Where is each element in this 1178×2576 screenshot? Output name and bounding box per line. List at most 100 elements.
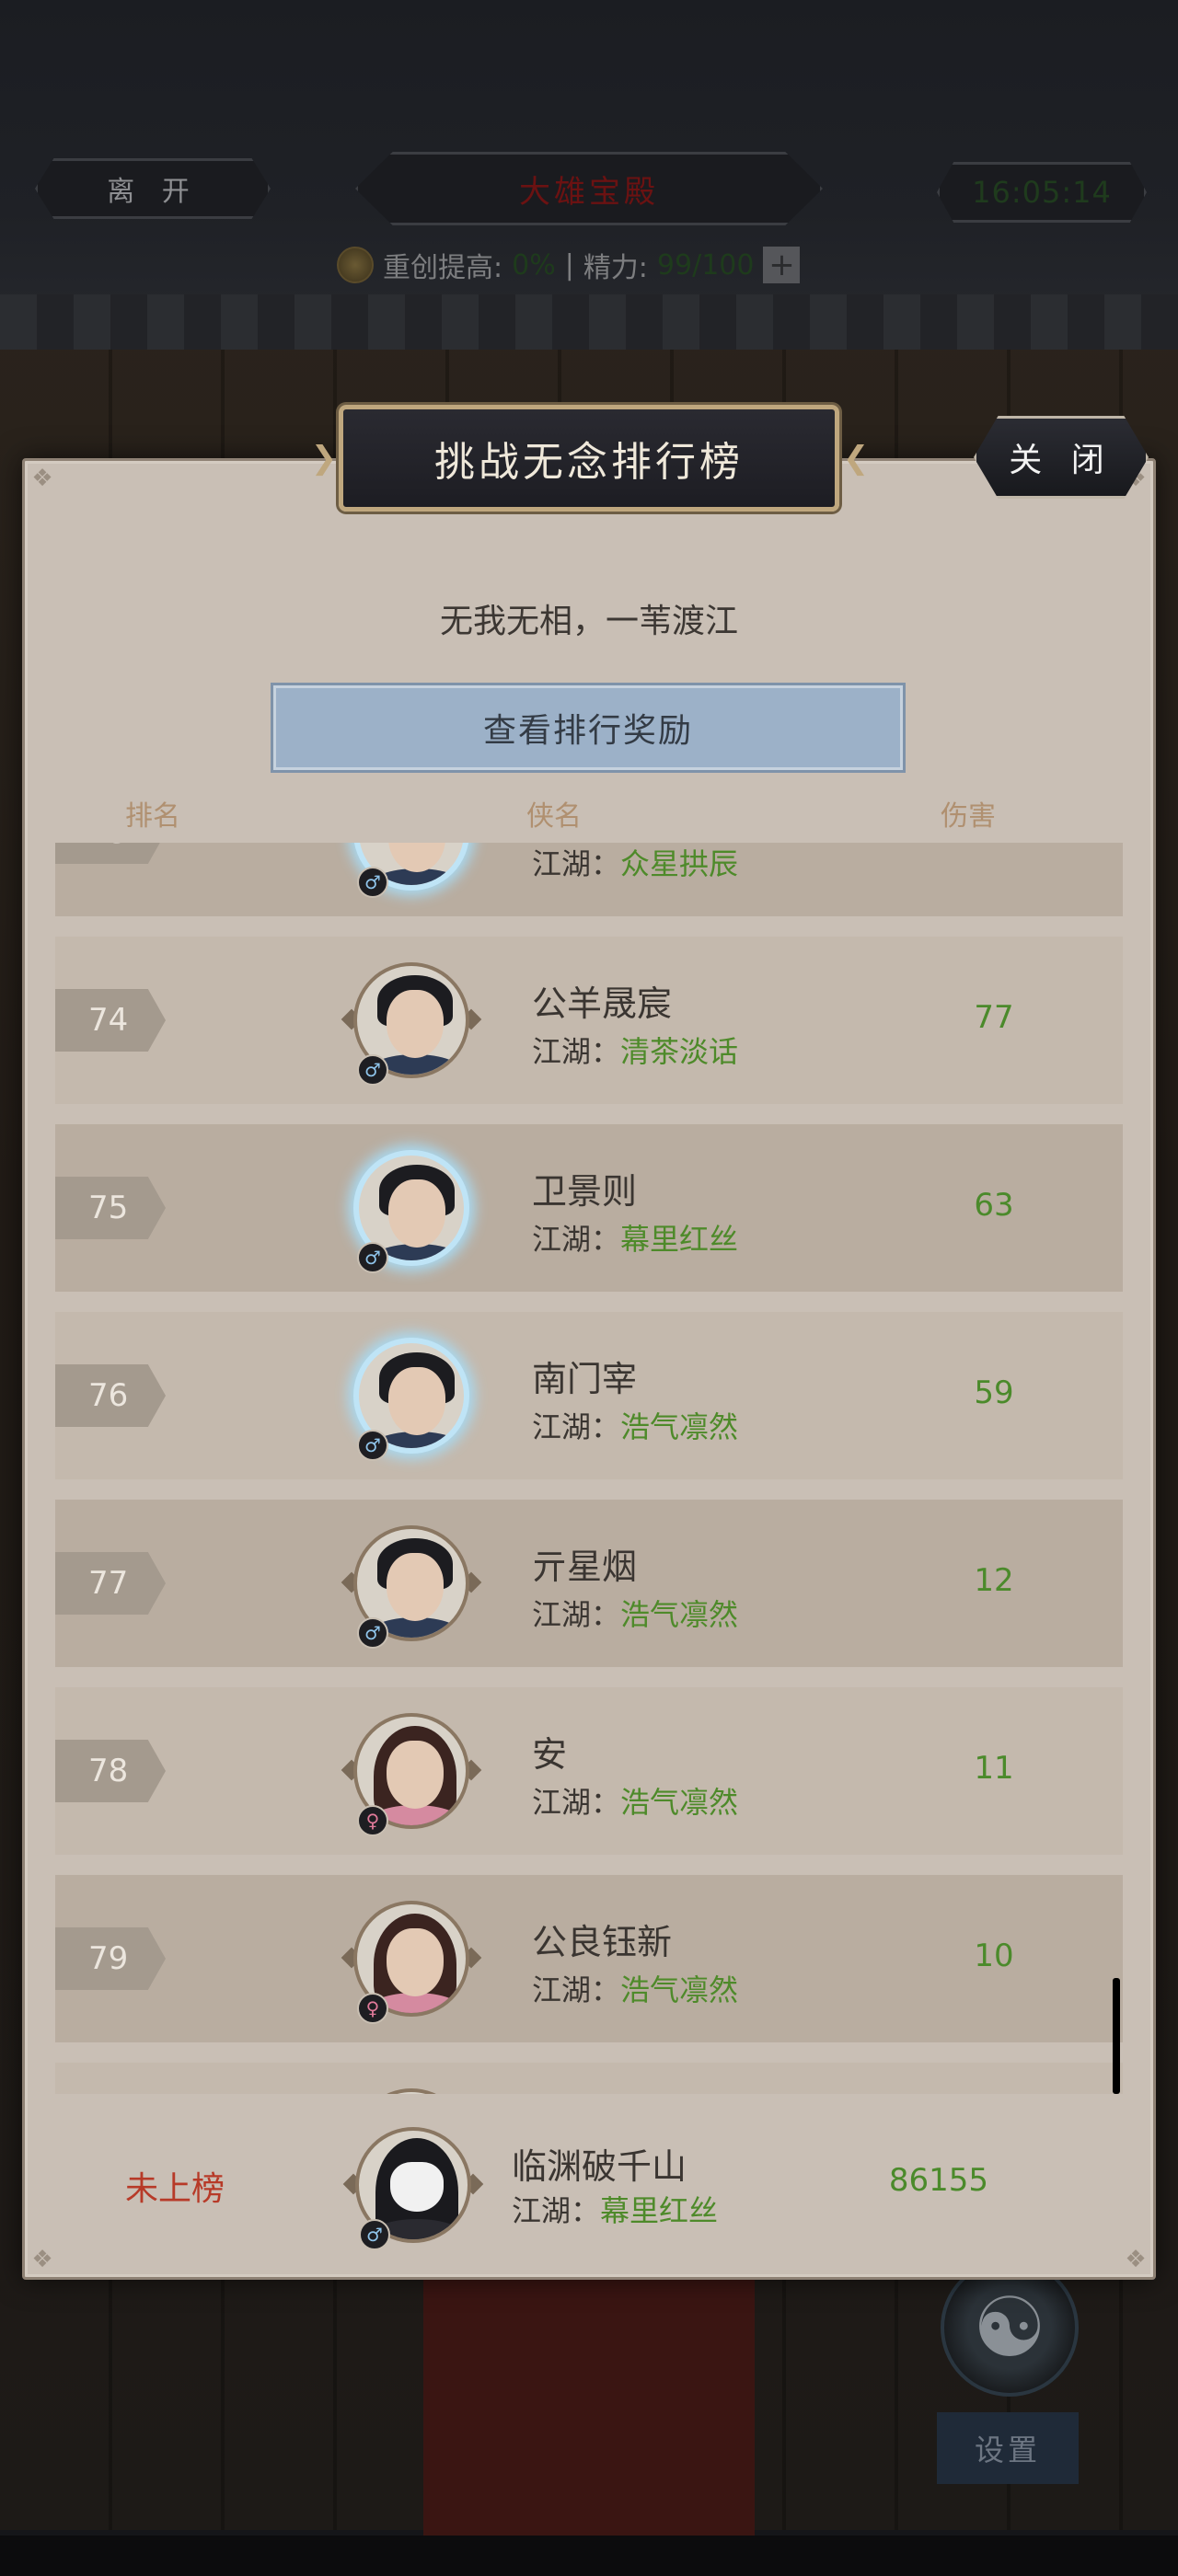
guild-label: 江湖： bbox=[532, 1972, 621, 2007]
player-name: 亓星烟 bbox=[532, 1547, 638, 1587]
guild-name: 浩气凛然 bbox=[620, 1597, 739, 1632]
player-guild: 江湖：浩气凛然 bbox=[532, 1404, 738, 1446]
male-gender-icon: ♂ bbox=[357, 1242, 388, 1273]
separator: | bbox=[564, 248, 574, 282]
player-avatar[interactable]: ♀ bbox=[346, 2081, 477, 2094]
player-avatar[interactable]: ♀ bbox=[341, 1893, 482, 2024]
guild-label: 江湖： bbox=[532, 1597, 621, 1632]
guild-name: 浩气凛然 bbox=[620, 1785, 739, 1820]
male-gender-icon: ♂ bbox=[357, 867, 388, 898]
view-rewards-button[interactable]: 查看排行奖励 bbox=[271, 683, 906, 773]
self-avatar[interactable]: ♂ bbox=[342, 2120, 484, 2250]
ranking-row[interactable]: 80♀房雅颖江湖：浩气凛然8 bbox=[55, 2063, 1123, 2094]
guild-label: 江湖： bbox=[532, 1222, 621, 1257]
rank-badge: 76 bbox=[55, 1364, 166, 1427]
bottom-strip bbox=[0, 2536, 1178, 2576]
player-name: 安 bbox=[532, 1734, 568, 1775]
guild-name: 浩气凛然 bbox=[620, 1409, 739, 1444]
column-header-rank: 排名 bbox=[125, 800, 180, 833]
guild-name: 浩气凛然 bbox=[620, 1972, 739, 2007]
guild-name: 清茶淡话 bbox=[620, 1034, 739, 1069]
rank-badge: 78 bbox=[55, 1740, 166, 1802]
corner-ornament-icon: ❖ bbox=[31, 2246, 53, 2273]
damage-value: 12 bbox=[974, 1562, 1014, 1599]
ranking-row[interactable]: 76 ♂ 南门宰江湖：浩气凛然 59 bbox=[55, 1312, 1123, 1479]
rank-badge: 75 bbox=[55, 1177, 166, 1239]
guild-label: 江湖： bbox=[532, 1034, 621, 1069]
player-guild: 江湖：浩气凛然 bbox=[532, 1779, 738, 1822]
ranking-row[interactable]: 73 ♂ 江湖：众星拱辰 87 bbox=[55, 843, 1123, 916]
damage-value: 11 bbox=[974, 1750, 1014, 1787]
player-avatar[interactable]: ♂ bbox=[341, 1518, 482, 1649]
female-gender-icon: ♀ bbox=[357, 1993, 388, 2024]
male-gender-icon: ♂ bbox=[357, 1054, 388, 1086]
add-energy-button[interactable]: + bbox=[763, 247, 801, 283]
player-name: 南门宰 bbox=[532, 1359, 638, 1399]
ranking-row[interactable]: 75 ♂ 卫景则 江湖：幕里红丝 63 bbox=[55, 1124, 1123, 1292]
rank-badge: 74 bbox=[55, 989, 166, 1052]
guild-label: 江湖： bbox=[512, 2193, 601, 2228]
guild-name: 众星拱辰 bbox=[620, 846, 739, 881]
energy-value: 99/100 bbox=[656, 248, 755, 282]
rank-badge: 79 bbox=[55, 1927, 166, 1990]
damage-value: 77 bbox=[974, 999, 1014, 1036]
player-name: 卫景则 bbox=[532, 1171, 638, 1212]
close-button[interactable]: 关 闭 bbox=[974, 416, 1149, 499]
male-gender-icon: ♂ bbox=[359, 2219, 390, 2250]
player-name: 公羊晟宸 bbox=[532, 983, 673, 1024]
damage-value: 63 bbox=[974, 1187, 1014, 1224]
energy-label: 精力: bbox=[583, 252, 648, 284]
column-header-name: 侠名 bbox=[526, 800, 582, 833]
corner-ornament-icon: ❖ bbox=[31, 465, 53, 492]
ranking-row[interactable]: 79 ♀ 公良钰新江湖：浩气凛然 10 bbox=[55, 1875, 1123, 2042]
self-damage: 86155 bbox=[888, 2162, 989, 2199]
guild-name: 幕里红丝 bbox=[620, 1222, 739, 1257]
guild-label: 江湖： bbox=[532, 846, 621, 881]
guild-label: 江湖： bbox=[532, 1409, 621, 1444]
player-avatar[interactable]: ♂ bbox=[341, 955, 482, 1086]
avatar-portrait bbox=[353, 2088, 469, 2094]
female-gender-icon: ♀ bbox=[357, 1805, 388, 1836]
player-avatar[interactable]: ♂ bbox=[346, 843, 477, 898]
guild-name: 幕里红丝 bbox=[600, 2193, 719, 2228]
male-gender-icon: ♂ bbox=[357, 1617, 388, 1649]
self-rank-label: 未上榜 bbox=[125, 2170, 225, 2208]
column-header-damage: 伤害 bbox=[941, 800, 996, 833]
rank-badge: 77 bbox=[55, 1552, 166, 1615]
hud-stats: 重创提高: 0% | 精力: 99/100 + bbox=[337, 245, 801, 285]
modal-subtitle: 无我无相，一苇渡江 bbox=[439, 603, 738, 640]
modal-title: 挑战无念排行榜 bbox=[339, 405, 839, 512]
player-guild: 江湖：清茶淡话 bbox=[532, 1029, 738, 1071]
player-avatar[interactable]: ♀ bbox=[341, 1706, 482, 1836]
scrollbar[interactable] bbox=[1113, 1978, 1120, 2094]
self-player-name: 临渊破千山 bbox=[512, 2146, 687, 2187]
clock-display: 16:05:14 bbox=[937, 162, 1147, 223]
player-guild: 江湖：浩气凛然 bbox=[532, 1592, 738, 1634]
ranking-list[interactable]: 73♂江湖：众星拱辰8774♂公羊晟宸江湖：清茶淡话7775♂卫景则江湖：幕里红… bbox=[55, 843, 1123, 2094]
male-gender-icon: ♂ bbox=[357, 1430, 388, 1461]
rank-badge: 73 bbox=[55, 843, 166, 864]
player-guild: 江湖：幕里红丝 bbox=[532, 1216, 738, 1259]
player-guild: 江湖：众星拱辰 bbox=[532, 843, 738, 883]
damage-value: 59 bbox=[974, 1374, 1014, 1411]
self-guild: 江湖：幕里红丝 bbox=[512, 2188, 718, 2230]
roof-edge bbox=[0, 294, 1178, 350]
player-avatar[interactable]: ♂ bbox=[346, 1143, 477, 1273]
player-avatar[interactable]: ♂ bbox=[346, 1330, 477, 1461]
damage-value: 10 bbox=[974, 1938, 1014, 1974]
settings-button[interactable]: 设置 bbox=[937, 2412, 1079, 2484]
ranking-row[interactable]: 78 ♀ 安江湖：浩气凛然 11 bbox=[55, 1687, 1123, 1855]
corner-ornament-icon: ❖ bbox=[1125, 2246, 1147, 2273]
player-name: 公良钰新 bbox=[532, 1922, 673, 1962]
bonus-label: 重创提高: bbox=[383, 252, 503, 284]
ranking-row[interactable]: 77 ♂ 亓星烟江湖：浩气凛然 12 bbox=[55, 1500, 1123, 1667]
damage-value: 87 bbox=[884, 843, 1104, 848]
bonus-value: 0% bbox=[512, 248, 556, 282]
ranking-row[interactable]: 74 ♂ 公羊晟宸江湖：清茶淡话 77 bbox=[55, 937, 1123, 1104]
red-carpet bbox=[423, 2245, 755, 2576]
location-title: 大雄宝殿 bbox=[355, 152, 823, 225]
player-guild: 江湖：浩气凛然 bbox=[532, 1967, 738, 2009]
coin-icon bbox=[337, 247, 374, 283]
leave-button[interactable]: 离 开 bbox=[35, 158, 271, 219]
guild-label: 江湖： bbox=[532, 1785, 621, 1820]
